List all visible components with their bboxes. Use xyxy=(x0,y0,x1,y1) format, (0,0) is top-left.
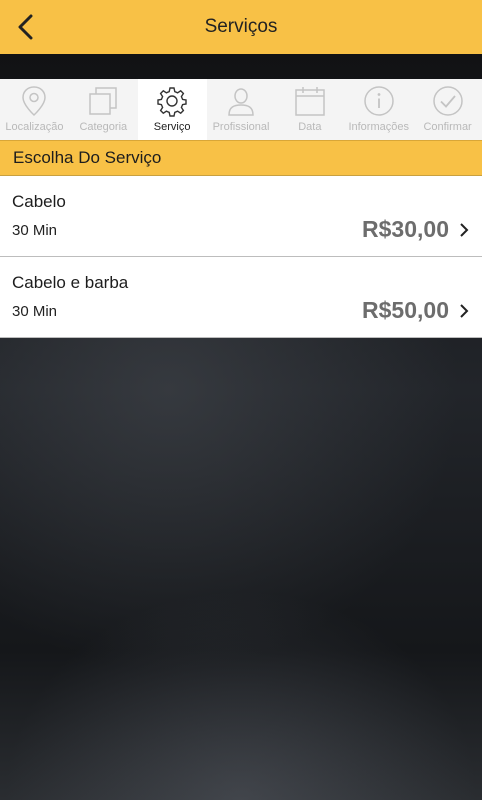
service-duration: 30 Min xyxy=(12,222,58,239)
step-confirmar[interactable]: Confirmar xyxy=(413,79,482,140)
info-icon xyxy=(363,86,394,116)
chevron-right-icon xyxy=(460,304,469,318)
step-label: Categoria xyxy=(79,121,128,133)
location-pin-icon xyxy=(22,86,47,117)
step-label: Localização xyxy=(5,121,64,133)
section-header: Escolha Do Serviço xyxy=(0,140,482,176)
step-data[interactable]: Data xyxy=(275,79,344,140)
step-servico[interactable]: Serviço xyxy=(137,79,207,140)
gear-icon xyxy=(157,87,187,117)
service-item-cabelo[interactable]: Cabelo 30 Min R$30,00 xyxy=(0,176,482,257)
check-circle-icon xyxy=(432,86,463,116)
service-name: Cabelo xyxy=(12,192,66,211)
step-informacoes[interactable]: Informações xyxy=(344,79,413,140)
step-profissional[interactable]: Profissional xyxy=(207,79,276,140)
step-categoria[interactable]: Categoria xyxy=(69,79,138,140)
step-label: Profissional xyxy=(212,121,270,133)
service-price: R$50,00 xyxy=(362,297,449,323)
service-price: R$30,00 xyxy=(362,216,449,242)
booking-steps: Localização Categoria Serviço Profission… xyxy=(0,79,482,140)
service-name: Cabelo e barba xyxy=(12,273,129,292)
squares-icon xyxy=(89,87,118,115)
top-bar: Serviços xyxy=(0,0,482,54)
step-label: Serviço xyxy=(153,121,191,133)
step-label: Informações xyxy=(348,121,409,133)
chevron-right-icon xyxy=(460,223,469,237)
step-label: Confirmar xyxy=(423,121,472,133)
step-label: Data xyxy=(298,121,322,133)
service-duration: 30 Min xyxy=(12,303,58,320)
service-list: Cabelo 30 Min R$30,00 Cabelo e barba 30 … xyxy=(0,176,482,338)
section-title: Escolha Do Serviço xyxy=(13,148,162,167)
person-icon xyxy=(228,88,254,116)
page-title: Serviços xyxy=(204,16,278,37)
step-localizacao[interactable]: Localização xyxy=(0,79,69,140)
chevron-left-icon xyxy=(18,14,33,40)
back-button[interactable] xyxy=(6,8,44,46)
service-item-cabelo-e-barba[interactable]: Cabelo e barba 30 Min R$50,00 xyxy=(0,257,482,338)
calendar-icon xyxy=(295,87,325,116)
